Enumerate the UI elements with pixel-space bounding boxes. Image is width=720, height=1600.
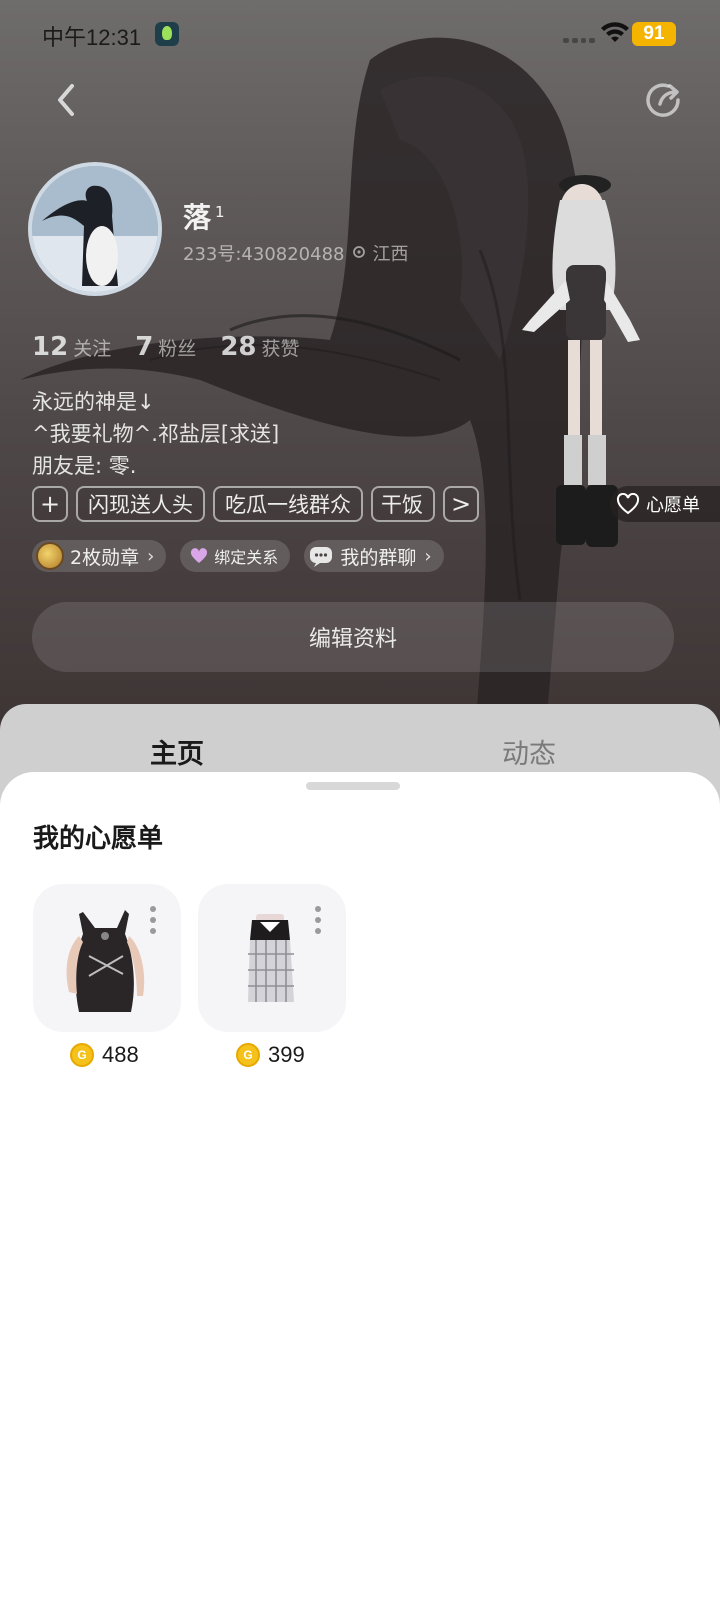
stat-likes[interactable]: 28 获赞	[220, 332, 299, 362]
stat-number: 28	[220, 332, 257, 362]
status-bar: 中午12:31 91	[0, 0, 720, 70]
profile-chips: 2枚勋章 › 绑定关系 我的群聊 ›	[32, 540, 444, 572]
username-text: 落	[183, 201, 212, 234]
halter-top-image	[66, 910, 145, 1012]
group-chat-label: 我的群聊	[340, 546, 417, 569]
tag-item[interactable]: 干饭	[371, 486, 435, 522]
avatar[interactable]	[28, 162, 162, 296]
bio: 永远的神是↓ ^我要礼物^.祁盐层[求送] 朋友是: 零.	[32, 386, 279, 482]
username-superscript: 1	[215, 202, 225, 221]
medals-chip[interactable]: 2枚勋章 ›	[32, 540, 167, 572]
stat-number: 7	[135, 332, 154, 362]
tab-home[interactable]: 主页	[150, 732, 204, 771]
location-pin-icon	[352, 246, 365, 258]
bio-line: 永远的神是↓	[32, 390, 155, 414]
status-time: 中午12:31	[42, 25, 142, 50]
stat-number: 12	[32, 332, 69, 362]
tag-item[interactable]: 闪现送人头	[76, 486, 205, 522]
item-price: 399	[236, 1042, 305, 1068]
back-arrow-icon[interactable]	[48, 80, 88, 120]
wishlist-item[interactable]	[33, 884, 181, 1032]
medals-label: 2枚勋章	[70, 546, 140, 569]
add-tag-button[interactable]: +	[32, 486, 68, 522]
more-tags-button[interactable]: >	[443, 486, 479, 522]
stat-label: 关注	[73, 338, 112, 360]
edit-profile-button[interactable]: 编辑资料	[32, 602, 674, 672]
coin-icon	[70, 1043, 94, 1067]
tab-feed[interactable]: 动态	[502, 732, 556, 771]
bio-line: 朋友是: 零.	[32, 454, 137, 478]
stat-label: 粉丝	[158, 338, 197, 360]
wishlist-item[interactable]	[198, 884, 346, 1032]
wishlist-sheet: 我的心愿单 488 399	[0, 772, 720, 1600]
cell-signal-icon	[563, 38, 595, 44]
battery-indicator: 91	[632, 22, 676, 46]
chevron-right-icon: ›	[424, 545, 432, 567]
stat-following[interactable]: 12 关注	[32, 332, 111, 362]
profile-stats: 12 关注 7 粉丝 28 获赞	[32, 332, 300, 362]
location-text: 江西	[372, 244, 409, 265]
plaid-dress-image	[248, 914, 294, 1002]
heart-icon	[616, 493, 640, 515]
wishlist-button[interactable]: 心愿单	[610, 486, 720, 522]
chat-bubble-icon	[310, 547, 333, 567]
user-id-row: 233号:430820488 江西	[183, 240, 409, 266]
user-id: 233号:430820488	[183, 244, 345, 265]
sheet-drag-handle[interactable]	[306, 782, 400, 790]
bind-relationship-chip[interactable]: 绑定关系	[180, 540, 291, 572]
avatar-image	[32, 166, 158, 292]
item-price: 488	[70, 1042, 139, 1068]
item-more-icon[interactable]	[314, 906, 322, 934]
price-value: 399	[268, 1042, 305, 1067]
wifi-icon	[601, 22, 629, 42]
coin-icon	[236, 1043, 260, 1067]
group-chat-chip[interactable]: 我的群聊 ›	[304, 540, 444, 572]
app-notification-icon	[155, 22, 179, 46]
chevron-right-icon: ›	[147, 545, 155, 567]
stat-followers[interactable]: 7 粉丝	[135, 332, 196, 362]
item-more-icon[interactable]	[149, 906, 157, 934]
price-value: 488	[102, 1042, 139, 1067]
medal-icon	[36, 542, 64, 570]
share-icon[interactable]	[642, 78, 686, 122]
bio-line: ^我要礼物^.祁盐层[求送]	[32, 422, 280, 446]
heart-icon	[191, 548, 208, 563]
wishlist-label: 心愿单	[646, 495, 700, 516]
interest-tags: + 闪现送人头 吃瓜一线群众 干饭 >	[32, 486, 479, 522]
tag-item[interactable]: 吃瓜一线群众	[213, 486, 363, 522]
sheet-title: 我的心愿单	[33, 824, 164, 854]
stat-label: 获赞	[261, 338, 300, 360]
username: 落1	[183, 196, 225, 236]
bind-relationship-label: 绑定关系	[214, 548, 279, 567]
